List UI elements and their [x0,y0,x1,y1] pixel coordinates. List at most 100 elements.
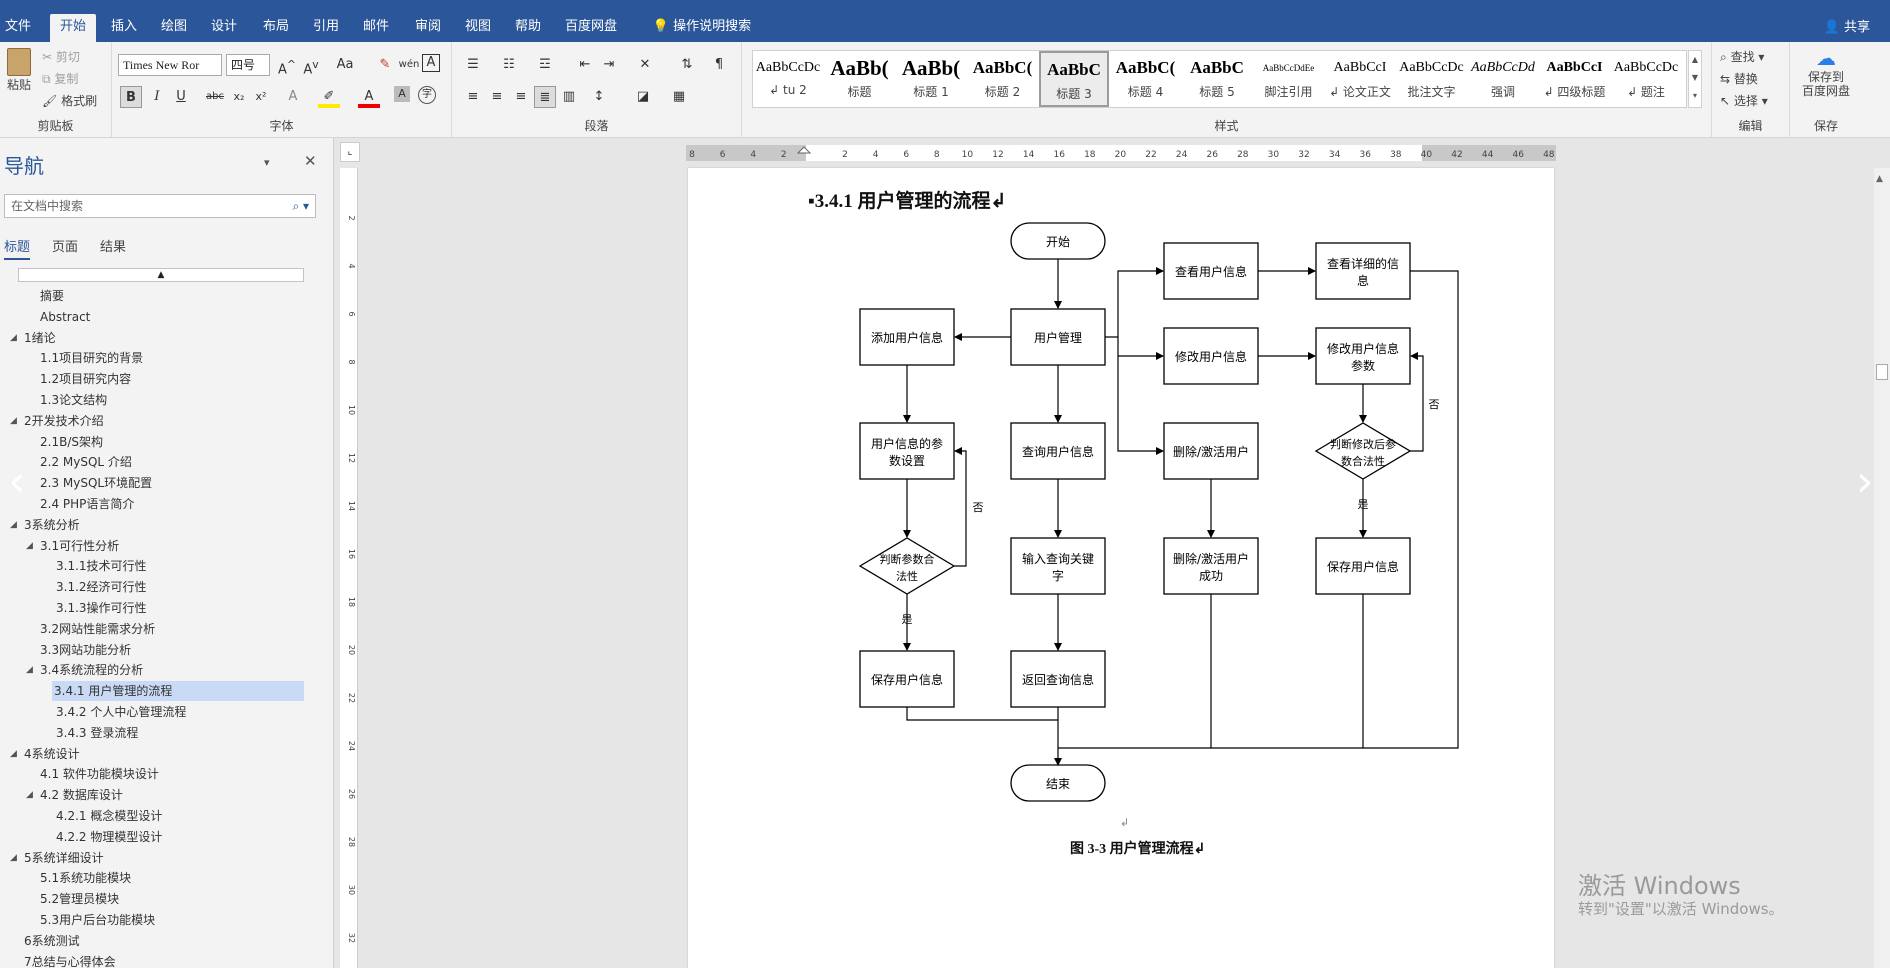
nav-item[interactable]: 3.1.2经济可行性 [0,577,310,597]
line-spacing-icon[interactable]: ↕ [588,86,610,108]
tab-8[interactable]: 审阅 [408,14,448,42]
subscript-button[interactable]: x₂ [228,86,250,108]
nav-item[interactable]: 5.3用户后台功能模块 [0,910,310,930]
style-item-3[interactable]: AaBbC(标题 2 [968,51,1038,107]
find-button[interactable]: ⌕ 查找 ▾ [1720,48,1764,65]
search-icon[interactable]: ⌕ ▾ [292,195,309,217]
numbering-icon[interactable]: ☷ [498,54,520,76]
nav-item[interactable]: 3.1.1技术可行性 [0,556,310,576]
nav-search-input[interactable]: 在文档中搜索 ⌕ ▾ [4,194,316,218]
replace-button[interactable]: ⇆ 替换 [1720,70,1758,87]
text-effects-icon[interactable]: A [282,86,304,108]
tab-3[interactable]: 绘图 [154,14,194,42]
tab-9[interactable]: 视图 [458,14,498,42]
nav-item[interactable]: 3.4.2 个人中心管理流程 [0,702,310,722]
nav-item[interactable]: 3.1.3操作可行性 [0,598,310,618]
font-size-select[interactable]: 四号 [226,54,270,76]
tab-selector[interactable]: ⌞ [340,142,360,162]
char-shading-icon[interactable]: A [394,86,410,102]
tab-0[interactable]: 文件 [2,14,34,42]
vertical-ruler[interactable]: 246810121416182022242628303234 [340,168,358,968]
document-page[interactable]: ▪3.4.1 用户管理的流程↲ 开始 用户管理 添加用户信息 用户信息的参 数设置 判断参… [688,168,1554,968]
tab-10[interactable]: 帮助 [508,14,548,42]
nav-item[interactable]: ◢ 4系统设计 [0,744,310,764]
style-item-5[interactable]: AaBbC(标题 4 [1111,51,1181,107]
nav-item[interactable]: 3.2网站性能需求分析 [0,619,310,639]
align-left-icon[interactable]: ≡ [462,86,484,108]
nav-item[interactable]: ◢ 1绪论 [0,328,310,348]
nav-item[interactable]: 4.2.2 物理模型设计 [0,827,310,847]
enclose-char-icon[interactable]: 字 [418,86,436,104]
collapse-triangle-icon[interactable]: ◢ [10,848,17,868]
style-item-12[interactable]: AaBbCcDc ↲ 题注 [1611,51,1681,107]
tab-7[interactable]: 邮件 [356,14,396,42]
underline-button[interactable]: U [170,86,192,108]
clear-format-icon[interactable]: ✎ [374,54,396,76]
distributed-icon[interactable]: ▥ [558,86,580,108]
chevron-right-icon[interactable]: › [1856,460,1874,504]
increase-indent-icon[interactable]: ⇥ [598,54,620,76]
nav-options-icon[interactable]: ▾ [264,156,270,169]
tab-5[interactable]: 布局 [256,14,296,42]
bold-button[interactable]: B [120,86,142,108]
grow-font-button[interactable]: A^ [276,54,298,77]
style-item-7[interactable]: AaBbCcDdEe 脚注引用 [1254,51,1324,107]
chevron-left-icon[interactable]: ‹ [8,460,26,504]
collapse-triangle-icon[interactable]: ◢ [10,328,17,348]
font-color-icon[interactable]: A [358,86,380,108]
nav-tab-1[interactable]: 页面 [52,236,78,255]
horizontal-ruler[interactable]: 8 6 4 2 2 4 6 8 10 12 14 16 18 20 22 24 26 28 30 32 34 36 38 40… [686,145,1556,161]
nav-collapse-button[interactable]: ▲ [18,268,304,282]
nav-item[interactable]: 1.3论文结构 [0,390,310,410]
style-item-0[interactable]: AaBbCcDc ↲ tu 2 [753,51,823,107]
nav-item[interactable]: ◢ 5系统详细设计 [0,848,310,868]
decrease-indent-icon[interactable]: ⇤ [574,54,596,76]
collapse-triangle-icon[interactable]: ◢ [10,515,17,535]
nav-item[interactable]: 3.3网站功能分析 [0,640,310,660]
nav-item[interactable]: 5.2管理员模块 [0,889,310,909]
align-center-icon[interactable]: ≡ [486,86,508,108]
superscript-button[interactable]: x² [250,86,272,108]
style-item-10[interactable]: AaBbCcDd 强调 [1468,51,1538,107]
nav-item[interactable]: 4.2.1 概念模型设计 [0,806,310,826]
tab-4[interactable]: 设计 [204,14,244,42]
highlight-icon[interactable]: ✐ [318,86,340,108]
nav-item[interactable]: 2.3 MySQL环境配置 [0,473,310,493]
save-baidu-button[interactable]: ☁ 保存到 百度网盘 [1798,46,1854,98]
change-case-button[interactable]: Aa [330,54,360,76]
show-marks-icon[interactable]: ¶ [708,54,730,76]
format-painter-button[interactable]: 🖌 格式刷 [42,92,97,109]
close-icon[interactable]: ✕ [304,152,317,170]
style-item-6[interactable]: AaBbC 标题 5 [1182,51,1252,107]
nav-item[interactable]: ◢ 3.1可行性分析 [0,536,310,556]
style-item-2[interactable]: AaBb(标题 1 [896,51,966,107]
multilevel-list-icon[interactable]: ☲ [534,54,556,76]
nav-item[interactable]: ◢ 3.4系统流程的分析 [0,660,310,680]
font-name-select[interactable]: Times New Ror [118,54,222,76]
cut-button[interactable]: ✂ 剪切 [42,48,80,65]
nav-item[interactable]: Abstract [0,307,310,327]
nav-item[interactable]: ◢ 3系统分析 [0,515,310,535]
align-right-icon[interactable]: ≡ [510,86,532,108]
collapse-triangle-icon[interactable]: ◢ [10,411,17,431]
style-item-9[interactable]: AaBbCcDc 批注文字 [1397,51,1467,107]
nav-tab-2[interactable]: 结果 [100,236,126,255]
char-border-icon[interactable]: A [422,54,440,72]
style-item-4[interactable]: AaBbC 标题 3 [1039,51,1109,107]
paste-button[interactable]: 粘贴 [4,48,34,98]
sort-icon[interactable]: ⇅ [676,54,698,76]
style-item-1[interactable]: AaBb(标题 [825,51,895,107]
collapse-triangle-icon[interactable]: ◢ [26,536,33,556]
share-button[interactable]: 👤 共享 [1824,16,1870,35]
nav-item[interactable]: ◢ 2开发技术介绍 [0,411,310,431]
nav-item[interactable]: ◢ 4.2 数据库设计 [0,785,310,805]
nav-item[interactable]: 3.4.3 登录流程 [0,723,310,743]
tell-me-search[interactable]: 💡 操作说明搜索 [642,14,762,42]
style-item-11[interactable]: AaBbCcI ↲ 四级标题 [1540,51,1610,107]
nav-item[interactable]: 4.1 软件功能模块设计 [0,764,310,784]
tab-11[interactable]: 百度网盘 [560,14,622,42]
nav-item[interactable]: 1.1项目研究的背景 [0,348,310,368]
nav-item[interactable]: 7总结与心得体会 [0,952,310,968]
nav-item[interactable]: 2.4 PHP语言简介 [0,494,310,514]
collapse-triangle-icon[interactable]: ◢ [26,785,33,805]
